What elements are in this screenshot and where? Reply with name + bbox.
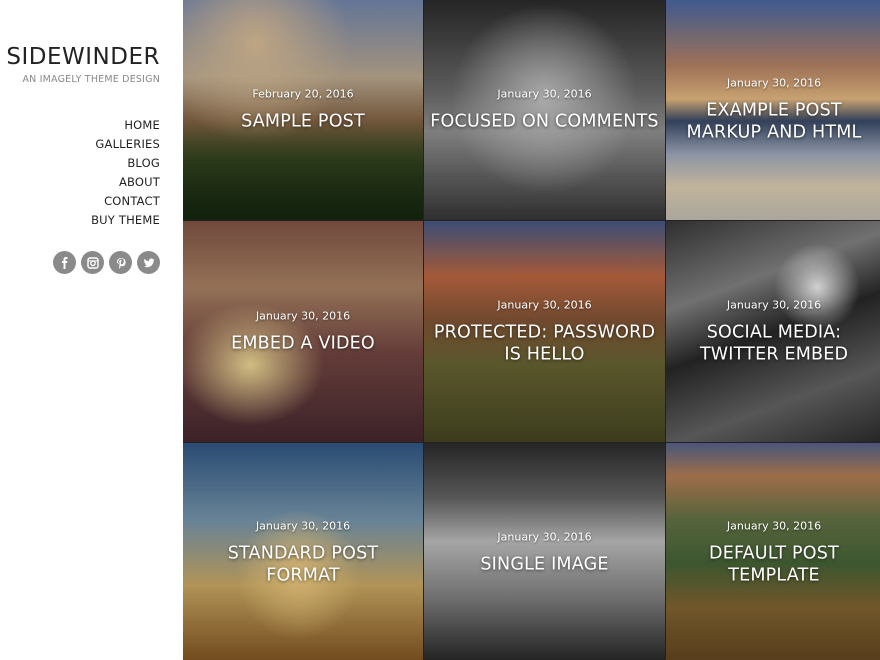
nav-item-about[interactable]: ABOUT	[91, 173, 160, 192]
site-tagline: AN IMAGELY THEME DESIGN	[22, 74, 160, 85]
post-tile[interactable]: January 30, 2016 FOCUSED ON COMMENTS	[424, 0, 665, 220]
tile-caption: January 30, 2016 SOCIAL MEDIA: TWITTER E…	[666, 298, 880, 365]
tile-caption: January 30, 2016 FOCUSED ON COMMENTS	[424, 88, 665, 133]
post-tile[interactable]: January 30, 2016 PROTECTED: PASSWORD IS …	[424, 221, 665, 442]
post-tile[interactable]: January 30, 2016 SINGLE IMAGE	[424, 443, 665, 660]
post-title[interactable]: SOCIAL MEDIA: TWITTER EMBED	[672, 321, 876, 365]
post-tile[interactable]: January 30, 2016 EXAMPLE POST MARKUP AND…	[666, 0, 880, 220]
post-date: January 30, 2016	[726, 76, 822, 90]
post-tile[interactable]: February 20, 2016 SAMPLE POST	[183, 0, 423, 220]
post-date: January 30, 2016	[497, 298, 592, 311]
tile-caption: January 30, 2016 EXAMPLE POST MARKUP AND…	[666, 77, 880, 144]
facebook-icon[interactable]	[53, 251, 76, 274]
tile-caption: January 30, 2016 STANDARD POST FORMAT	[183, 519, 423, 586]
post-date: January 30, 2016	[726, 519, 822, 532]
post-date: January 30, 2016	[255, 519, 351, 532]
nav-item-galleries[interactable]: GALLERIES	[91, 135, 160, 154]
nav-item-blog[interactable]: BLOG	[91, 154, 160, 173]
post-tile[interactable]: January 30, 2016 STANDARD POST FORMAT	[183, 443, 423, 660]
post-tile[interactable]: January 30, 2016 SOCIAL MEDIA: TWITTER E…	[666, 221, 880, 442]
post-title[interactable]: PROTECTED: PASSWORD IS HELLO	[430, 321, 659, 365]
sidebar: SIDEWINDER AN IMAGELY THEME DESIGN HOME …	[0, 0, 183, 660]
post-title[interactable]: SINGLE IMAGE	[430, 553, 659, 575]
main-nav: HOME GALLERIES BLOG ABOUT CONTACT BUY TH…	[91, 116, 160, 230]
post-grid: February 20, 2016 SAMPLE POST January 30…	[183, 0, 880, 660]
post-date: January 30, 2016	[726, 298, 822, 311]
instagram-icon[interactable]	[81, 251, 104, 274]
tile-caption: January 30, 2016 PROTECTED: PASSWORD IS …	[424, 298, 665, 365]
post-date: January 30, 2016	[255, 309, 351, 322]
nav-item-buy-theme[interactable]: BUY THEME	[91, 211, 160, 230]
post-title[interactable]: SAMPLE POST	[189, 111, 417, 133]
post-tile[interactable]: January 30, 2016 EMBED A VIDEO	[183, 221, 423, 442]
post-date: January 30, 2016	[497, 87, 592, 101]
tile-caption: January 30, 2016 SINGLE IMAGE	[424, 530, 665, 575]
nav-item-home[interactable]: HOME	[91, 116, 160, 135]
post-tile[interactable]: January 30, 2016 DEFAULT POST TEMPLATE	[666, 443, 880, 660]
tile-caption: January 30, 2016 EMBED A VIDEO	[183, 309, 423, 354]
tile-caption: January 30, 2016 DEFAULT POST TEMPLATE	[666, 519, 880, 586]
post-date: February 20, 2016	[252, 87, 354, 101]
post-title[interactable]: EMBED A VIDEO	[189, 332, 417, 354]
post-title[interactable]: STANDARD POST FORMAT	[189, 542, 417, 586]
pinterest-icon[interactable]	[109, 251, 132, 274]
social-links	[53, 251, 160, 274]
tile-caption: February 20, 2016 SAMPLE POST	[183, 88, 423, 133]
post-title[interactable]: DEFAULT POST TEMPLATE	[672, 542, 876, 586]
site-title[interactable]: SIDEWINDER	[6, 44, 160, 70]
twitter-icon[interactable]	[137, 251, 160, 274]
post-date: January 30, 2016	[497, 530, 592, 543]
post-title[interactable]: FOCUSED ON COMMENTS	[430, 111, 659, 133]
nav-item-contact[interactable]: CONTACT	[91, 192, 160, 211]
post-title[interactable]: EXAMPLE POST MARKUP AND HTML	[672, 100, 876, 144]
